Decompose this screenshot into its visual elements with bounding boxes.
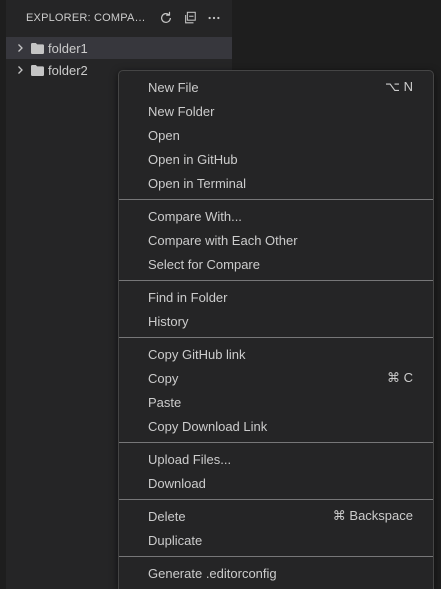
- explorer-title: EXPLORER: COMPAR...: [26, 12, 152, 24]
- folder-icon: [30, 41, 44, 55]
- menu-item-open-in-terminal[interactable]: Open in Terminal: [119, 171, 433, 195]
- menu-item-open[interactable]: Open: [119, 123, 433, 147]
- folder-icon: [30, 63, 44, 77]
- menu-item-label: New Folder: [148, 103, 215, 119]
- menu-separator: [119, 280, 433, 281]
- tree-item-label: folder2: [48, 62, 88, 78]
- menu-separator: [119, 499, 433, 500]
- app-window: EXPLORER: COMPAR... folder1 folder2 New …: [0, 0, 441, 589]
- menu-item-label: Select for Compare: [148, 256, 260, 272]
- menu-item-shortcut: ⌘ Backspace: [332, 508, 413, 523]
- more-icon[interactable]: [206, 10, 222, 26]
- collapse-all-icon[interactable]: [182, 10, 198, 26]
- refresh-icon[interactable]: [158, 10, 174, 26]
- menu-item-history[interactable]: History: [119, 309, 433, 333]
- menu-item-label: Delete: [148, 508, 186, 524]
- explorer-header: EXPLORER: COMPAR...: [6, 0, 232, 36]
- chevron-right-icon[interactable]: [12, 62, 28, 78]
- menu-item-copy[interactable]: Copy ⌘ C: [119, 366, 433, 390]
- menu-item-new-folder[interactable]: New Folder: [119, 99, 433, 123]
- menu-item-find-in-folder[interactable]: Find in Folder: [119, 285, 433, 309]
- menu-item-compare-with-each-other[interactable]: Compare with Each Other: [119, 228, 433, 252]
- menu-item-duplicate[interactable]: Duplicate: [119, 528, 433, 552]
- menu-item-label: Generate .editorconfig: [148, 565, 277, 581]
- context-menu: New File ⌥ N New Folder Open Open in GitHub O…: [118, 70, 434, 589]
- menu-item-new-file[interactable]: New File ⌥ N: [119, 75, 433, 99]
- tree-item-label: folder1: [48, 40, 88, 56]
- menu-item-label: Find in Folder: [148, 289, 228, 305]
- menu-item-generate-editorconfig[interactable]: Generate .editorconfig: [119, 561, 433, 585]
- menu-item-shortcut: ⌥ N: [385, 79, 413, 94]
- menu-item-label: Upload Files...: [148, 451, 232, 467]
- explorer-actions: [158, 10, 222, 26]
- menu-item-label: Duplicate: [148, 532, 203, 548]
- menu-item-label: Compare With...: [148, 208, 242, 224]
- menu-item-label: Copy GitHub link: [148, 346, 246, 362]
- chevron-right-icon[interactable]: [12, 40, 28, 56]
- menu-item-label: Download: [148, 475, 206, 491]
- menu-item-label: History: [148, 313, 189, 329]
- menu-item-label: New File: [148, 79, 199, 95]
- menu-item-label: Open in Terminal: [148, 175, 247, 191]
- menu-item-paste[interactable]: Paste: [119, 390, 433, 414]
- menu-separator: [119, 199, 433, 200]
- menu-item-copy-download-link[interactable]: Copy Download Link: [119, 414, 433, 438]
- menu-item-compare-with[interactable]: Compare With...: [119, 204, 433, 228]
- menu-item-label: Copy: [148, 370, 179, 386]
- menu-item-label: Open: [148, 127, 180, 143]
- menu-separator: [119, 556, 433, 557]
- menu-item-copy-github-link[interactable]: Copy GitHub link: [119, 342, 433, 366]
- menu-item-label: Copy Download Link: [148, 418, 268, 434]
- menu-separator: [119, 337, 433, 338]
- tree-item-folder1[interactable]: folder1: [6, 37, 232, 59]
- menu-item-delete[interactable]: Delete ⌘ Backspace: [119, 504, 433, 528]
- menu-item-label: Paste: [148, 394, 182, 410]
- menu-item-label: Compare with Each Other: [148, 232, 298, 248]
- menu-item-open-in-github[interactable]: Open in GitHub: [119, 147, 433, 171]
- menu-separator: [119, 442, 433, 443]
- menu-item-label: Open in GitHub: [148, 151, 238, 167]
- menu-item-upload-files[interactable]: Upload Files...: [119, 447, 433, 471]
- menu-item-select-for-compare[interactable]: Select for Compare: [119, 252, 433, 276]
- menu-item-download[interactable]: Download: [119, 471, 433, 495]
- menu-item-shortcut: ⌘ C: [387, 370, 413, 385]
